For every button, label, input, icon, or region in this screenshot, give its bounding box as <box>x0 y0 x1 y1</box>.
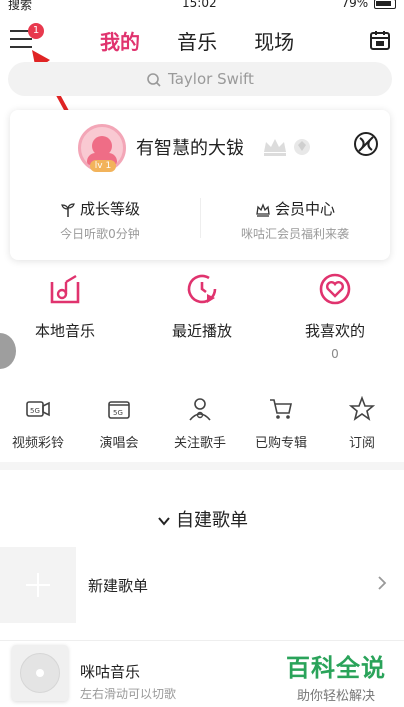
search-input[interactable]: Taylor Swift <box>8 62 392 96</box>
svg-text:5G: 5G <box>113 409 123 417</box>
mini-player-cover[interactable] <box>12 645 68 701</box>
video-ringtone-entry[interactable]: 5G 视频彩铃 <box>2 396 74 451</box>
calendar-icon[interactable] <box>368 28 392 52</box>
video-ringtone-icon: 5G <box>26 401 50 417</box>
favorites-count: 0 <box>331 347 339 361</box>
crown-icon <box>264 139 286 156</box>
vip-center-title-row: 会员中心 <box>205 198 385 219</box>
menu-notification-badge: 1 <box>28 23 44 39</box>
battery-percent: 79% <box>341 0 369 10</box>
growth-level-subtitle: 今日听歌0分钟 <box>60 227 140 241</box>
level-badge: lv 1 <box>90 160 116 172</box>
subscribe-label: 订阅 <box>348 436 375 451</box>
purchased-album-icon <box>270 399 292 419</box>
diamond-icon <box>294 139 310 155</box>
profile-card: lv 1 有智慧的大钹 成长等级 今日听歌0分钟 会员中心 咪咕汇会员福利来袭 <box>10 110 390 260</box>
new-playlist-row[interactable]: 新建歌单 <box>0 547 404 623</box>
new-playlist-label: 新建歌单 <box>88 577 149 595</box>
subscribe-entry[interactable]: 订阅 <box>326 395 398 451</box>
hamburger-icon-line <box>10 38 32 40</box>
favorite-icon <box>319 273 351 305</box>
local-music-label: 本地音乐 <box>34 322 95 340</box>
sprout-icon <box>61 202 75 217</box>
tab-live[interactable]: 现场 <box>254 26 294 55</box>
search-icon <box>147 72 161 87</box>
favorites-label: 我喜欢的 <box>304 322 365 340</box>
svg-text:5G: 5G <box>30 407 40 415</box>
mini-player-title: 咪咕音乐 <box>80 663 141 681</box>
card-divider <box>200 198 201 238</box>
follow-singer-icon <box>189 398 211 421</box>
local-music-icon <box>50 274 80 304</box>
vip-center-entry[interactable]: 会员中心 咪咕汇会员福利来袭 <box>205 198 385 242</box>
tab-mine[interactable]: 我的 <box>100 26 140 55</box>
disc-icon <box>20 653 60 693</box>
mini-player-subtitle: 左右滑动可以切歌 <box>80 687 177 701</box>
concert-entry[interactable]: 5G 演唱会 <box>83 396 155 451</box>
concert-icon: 5G <box>108 401 130 419</box>
recent-play-icon <box>187 274 217 304</box>
recent-play-entry[interactable]: 最近播放 <box>137 272 267 341</box>
playlist-section-header[interactable]: 自建歌单 <box>0 506 404 532</box>
purchased-album-entry[interactable]: 已购专辑 <box>245 396 317 451</box>
favorites-entry[interactable]: 我喜欢的 0 <box>270 272 400 361</box>
battery-icon <box>374 0 396 9</box>
watermark-title: 百科全说 <box>286 654 386 682</box>
playlist-section-title: 自建歌单 <box>176 510 248 531</box>
watermark-subtitle: 助你轻松解决 <box>296 689 375 704</box>
services-row: 5G 视频彩铃 5G 演唱会 关注歌手 已购专辑 订阅 <box>0 395 404 456</box>
scan-icon[interactable] <box>352 130 380 158</box>
menu-button[interactable]: 1 <box>10 23 44 50</box>
subscribe-icon <box>348 395 376 421</box>
crown-icons[interactable] <box>262 136 312 162</box>
vip-center-subtitle: 咪咕汇会员福利来袭 <box>240 227 349 241</box>
username[interactable]: 有智慧的大钹 <box>136 134 244 160</box>
status-carrier: 搜索 <box>8 0 33 12</box>
chevron-right-icon <box>378 576 387 590</box>
chevron-down-icon <box>158 517 170 526</box>
search-placeholder: Taylor Swift <box>168 70 254 88</box>
quick-access-row: 本地音乐 最近播放 我喜欢的 0 <box>0 272 404 372</box>
growth-level-title-row: 成长等级 <box>10 198 190 219</box>
status-bar: 搜索 15:02 79% <box>0 0 404 12</box>
video-ringtone-label: 视频彩铃 <box>11 436 64 451</box>
crown-outline-icon <box>256 202 270 217</box>
watermark: 百科全说 助你轻松解决 <box>286 648 386 704</box>
purchased-album-label: 已购专辑 <box>254 436 307 451</box>
section-divider <box>0 462 404 470</box>
vip-center-title: 会员中心 <box>274 200 335 218</box>
tab-music[interactable]: 音乐 <box>177 26 217 55</box>
concert-label: 演唱会 <box>99 436 139 451</box>
follow-singer-entry[interactable]: 关注歌手 <box>164 396 236 451</box>
add-playlist-icon <box>0 547 76 623</box>
recent-play-label: 最近播放 <box>171 322 232 340</box>
growth-level-entry[interactable]: 成长等级 今日听歌0分钟 <box>10 198 190 242</box>
tab-bar: 我的 音乐 现场 <box>100 26 326 56</box>
follow-singer-label: 关注歌手 <box>173 436 226 451</box>
status-battery-group: 79% <box>341 0 396 10</box>
growth-level-title: 成长等级 <box>79 200 140 218</box>
status-time: 15:02 <box>182 0 217 10</box>
local-music-entry[interactable]: 本地音乐 <box>0 272 130 341</box>
